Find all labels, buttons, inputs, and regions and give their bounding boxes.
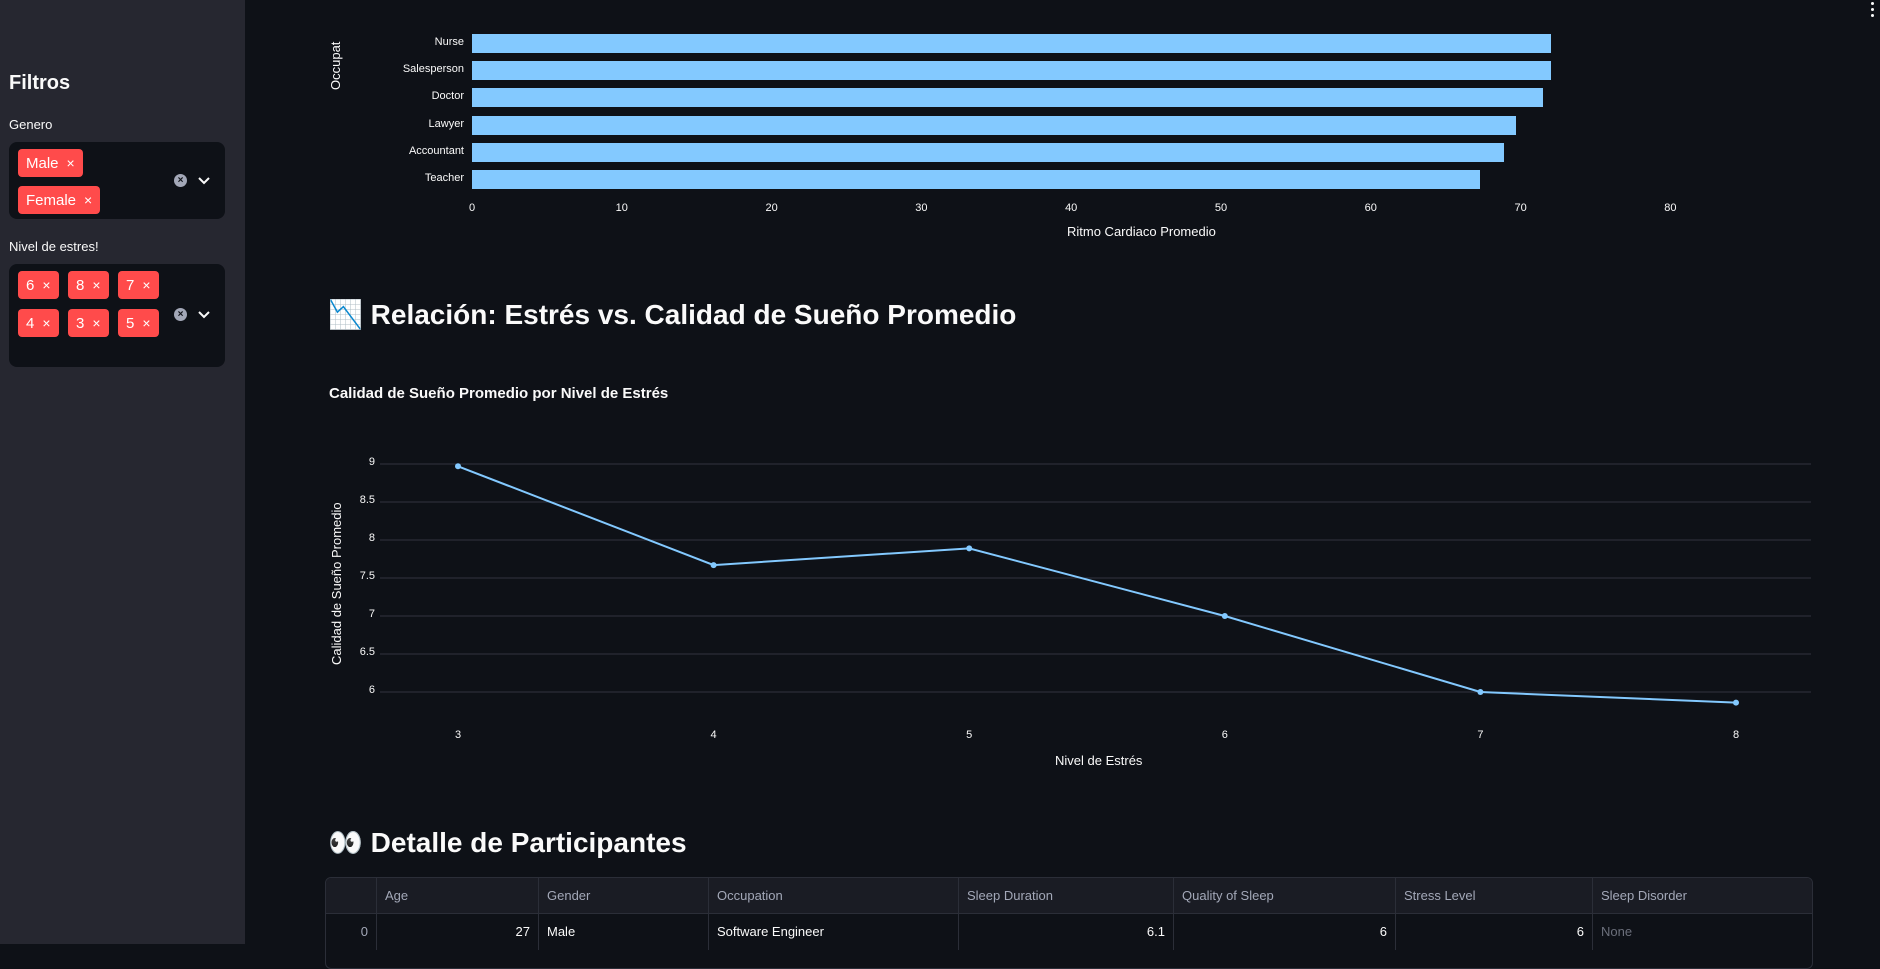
hbar-xtick-label: 40 bbox=[1065, 202, 1078, 214]
hbar-category-label: Doctor bbox=[431, 90, 464, 103]
line-xtick-label: 8 bbox=[1732, 729, 1740, 741]
hbar-xtick-label: 30 bbox=[915, 202, 928, 214]
line-xtick-label: 7 bbox=[1477, 729, 1484, 741]
line-xtick-label: 5 bbox=[966, 729, 973, 741]
hbar-bar[interactable] bbox=[472, 61, 1551, 81]
line-ytick-label: 8.5 bbox=[359, 494, 375, 506]
table-header-sleep-disorder[interactable]: Sleep Disorder bbox=[1593, 878, 1812, 914]
table-header-stress-level[interactable]: Stress Level bbox=[1396, 878, 1593, 914]
line-ytick-label: 9 bbox=[368, 456, 375, 468]
section-heading-participants: 👀 Detalle de Participantes bbox=[328, 827, 687, 858]
data-point[interactable] bbox=[710, 562, 717, 569]
table-header-gender[interactable]: Gender bbox=[539, 878, 709, 914]
table-header-sleep-duration[interactable]: Sleep Duration bbox=[959, 878, 1174, 914]
table-header-age[interactable]: Age bbox=[377, 878, 539, 914]
data-point[interactable] bbox=[1221, 613, 1228, 619]
hbar-xtick-label: 60 bbox=[1364, 202, 1377, 214]
hbar-bar[interactable] bbox=[472, 170, 1481, 189]
table-cell[interactable]: 27 bbox=[377, 914, 539, 950]
table-cell[interactable]: 6 bbox=[1396, 914, 1593, 950]
hbar-category-label: Teacher bbox=[424, 172, 464, 184]
table-cell[interactable]: 6.1 bbox=[959, 914, 1174, 950]
data-point[interactable] bbox=[966, 545, 973, 552]
table-cell[interactable]: Male bbox=[539, 914, 709, 950]
participants-table[interactable]: Age Gender Occupation Sleep Duration Qua… bbox=[325, 877, 1813, 969]
line-ytick-label: 6.5 bbox=[359, 646, 375, 658]
eyes-icon: 👀 bbox=[328, 827, 363, 858]
hbar-category-label: Accountant bbox=[408, 144, 464, 157]
line-xtick-label: 6 bbox=[1221, 729, 1228, 741]
table-cell[interactable]: Software Engineer bbox=[709, 914, 959, 950]
table-row-index: 0 bbox=[326, 914, 377, 950]
hbar-xtick-label: 50 bbox=[1214, 202, 1228, 214]
stress-sleep-line-chart bbox=[380, 463, 1811, 706]
data-point[interactable] bbox=[1733, 699, 1739, 706]
hbar-xtick-label: 10 bbox=[615, 202, 628, 214]
hbar-bar[interactable] bbox=[472, 142, 1505, 162]
line-ytick-label: 7 bbox=[368, 608, 375, 620]
line-ylabel: Calidad de Sueño Promedio bbox=[329, 502, 344, 665]
line-ytick-label: 7.5 bbox=[359, 570, 375, 582]
line-xlabel: Nivel de Estrés bbox=[1055, 753, 1143, 768]
hbar-category-label: Salesperson bbox=[402, 63, 464, 76]
line-ytick-label: 8 bbox=[368, 532, 375, 544]
hbar-xtick-label: 0 bbox=[468, 202, 476, 214]
hbar-category-label: Lawyer bbox=[428, 117, 464, 130]
data-point[interactable] bbox=[455, 463, 461, 470]
table-cell[interactable]: None bbox=[1593, 914, 1812, 950]
hbar-bar[interactable] bbox=[472, 115, 1517, 135]
hbar-xtick-label: 20 bbox=[765, 202, 778, 214]
table-cell[interactable]: 6 bbox=[1174, 914, 1396, 950]
data-point[interactable] bbox=[1477, 689, 1484, 695]
table-header-quality-of-sleep[interactable]: Quality of Sleep bbox=[1174, 878, 1396, 914]
line-xtick-label: 3 bbox=[454, 729, 462, 741]
line-ytick-label: 6 bbox=[368, 684, 375, 696]
hbar-category-label: Nurse bbox=[434, 36, 464, 48]
line-xtick-label: 4 bbox=[710, 729, 717, 741]
hbar-bar[interactable] bbox=[472, 34, 1551, 53]
hbar-xtick-label: 80 bbox=[1664, 202, 1677, 214]
table-header-index[interactable] bbox=[326, 878, 377, 914]
hbar-bar[interactable] bbox=[472, 88, 1544, 108]
table-header-occupation[interactable]: Occupation bbox=[709, 878, 959, 914]
hbar-xtick-label: 70 bbox=[1514, 202, 1527, 214]
